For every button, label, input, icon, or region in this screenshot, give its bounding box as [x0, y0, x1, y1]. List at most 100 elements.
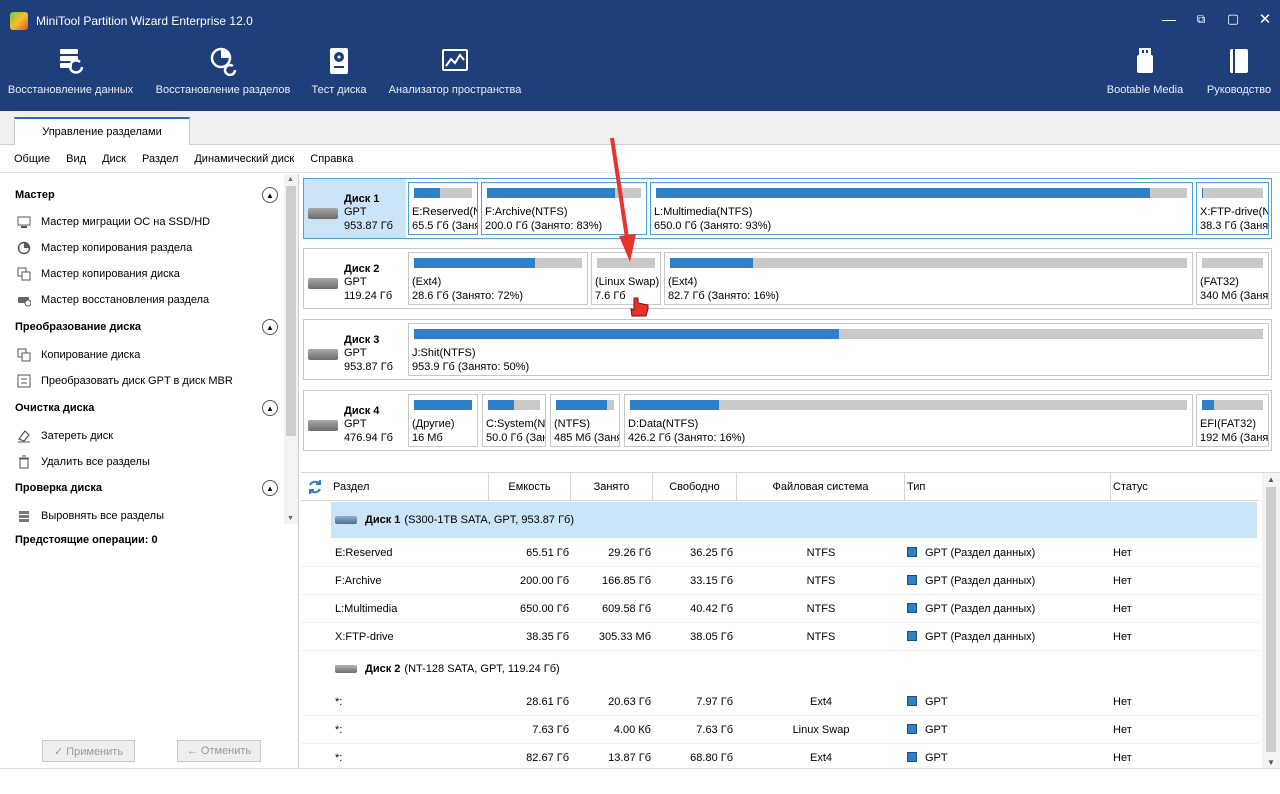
bootable-media-button[interactable]: Bootable Media: [1106, 46, 1184, 96]
scroll-down-icon[interactable]: ▼: [1267, 758, 1275, 767]
align-icon: [17, 509, 31, 523]
wizard-collapse-icon[interactable]: ▲: [262, 187, 278, 203]
partition-block[interactable]: D:Data(NTFS) 426.2 Гб (Занято: 16%): [624, 394, 1193, 447]
close-icon[interactable]: ✕: [1258, 11, 1272, 28]
disk-3-block[interactable]: Диск 3 GPT 953.87 Гб J:Shit(NTFS) 953.9 …: [303, 319, 1272, 380]
table-row[interactable]: *: 28.61 Гб 20.63 Гб 7.97 Гб Ext4 GPT Нет: [301, 688, 1259, 716]
copy-partition-wizard-item[interactable]: Мастер копирования раздела: [17, 241, 192, 255]
copy-disk-item[interactable]: Копирование диска: [17, 348, 140, 362]
table-disk-2-row[interactable]: Диск 2 (NT-128 SATA, GPT, 119.24 Гб): [331, 651, 1257, 687]
book-icon: [1230, 49, 1248, 73]
cell-filesystem: Linux Swap: [792, 724, 850, 736]
menu-disk[interactable]: Диск: [102, 153, 126, 165]
menu-partition[interactable]: Раздел: [142, 153, 178, 165]
refresh-icon[interactable]: [307, 479, 323, 495]
table-row[interactable]: L:Multimedia 650.00 Гб 609.58 Гб 40.42 Гб NT…: [301, 595, 1259, 623]
partition-type-icon: [907, 752, 917, 762]
menu-view[interactable]: Вид: [66, 153, 86, 165]
disk-1-block[interactable]: Диск 1 GPT 953.87 Гб E:Reserved(N 65.5 Г…: [303, 178, 1272, 239]
table-row[interactable]: X:FTP-drive 38.35 Гб 305.33 Мб 38.05 Гб NTFS…: [301, 623, 1259, 651]
table-row[interactable]: *: 7.63 Гб 4.00 Кб 7.63 Гб Linux Swap GPT Нет: [301, 716, 1259, 744]
disk-1-info[interactable]: Диск 1 GPT 953.87 Гб: [304, 179, 406, 238]
partition-block[interactable]: J:Shit(NTFS) 953.9 Гб (Занято: 50%): [408, 323, 1269, 376]
align-all-partitions-item[interactable]: Выровнять все разделы: [17, 509, 164, 523]
menu-dynamic-disk[interactable]: Динамический диск: [194, 153, 294, 165]
copy-disk-wizard-item[interactable]: Мастер копирования диска: [17, 267, 180, 281]
manual-button[interactable]: Руководство: [1206, 46, 1272, 96]
delete-all-partitions-item[interactable]: Удалить все разделы: [17, 455, 150, 469]
undo-button[interactable]: ← Отменить: [177, 740, 261, 762]
column-partition[interactable]: Раздел: [331, 473, 489, 501]
column-status[interactable]: Статус: [1111, 473, 1259, 501]
partition-block[interactable]: (Ext4) 82.7 Гб (Занято: 16%): [664, 252, 1193, 305]
column-type[interactable]: Тип: [905, 473, 1111, 501]
partition-block[interactable]: EFI(FAT32) 192 Мб (Заня: [1196, 394, 1269, 447]
convert-gpt-mbr-item[interactable]: Преобразовать диск GPT в диск MBR: [17, 374, 233, 388]
scroll-down-icon[interactable]: ▼: [287, 515, 294, 522]
data-recovery-icon: [59, 49, 83, 74]
disk-3-info[interactable]: Диск 3 GPT 953.87 Гб: [304, 320, 406, 379]
space-analyzer-button[interactable]: Анализатор пространства: [388, 46, 522, 96]
partition-block-linux-swap[interactable]: (Linux Swap) 7.6 Гб: [591, 252, 661, 305]
cell-filesystem: Ext4: [809, 752, 832, 764]
align-all-partitions-label: Выровнять все разделы: [41, 510, 164, 522]
disk-benchmark-button[interactable]: Тест диска: [311, 46, 367, 96]
partition-block[interactable]: X:FTP-drive(N 38.3 Гб (Заня: [1196, 182, 1269, 235]
partition-recovery-button[interactable]: Восстановление разделов: [156, 46, 290, 96]
column-used[interactable]: Занято: [571, 473, 653, 501]
partition-recovery-wizard-item[interactable]: Мастер восстановления раздела: [17, 293, 209, 307]
table-scrollbar[interactable]: ▲ ▼: [1262, 473, 1280, 769]
column-capacity[interactable]: Емкость: [489, 473, 571, 501]
cell-used: 29.26 Гб: [608, 547, 651, 559]
clean-collapse-icon[interactable]: ▲: [262, 400, 278, 416]
usage-bar: [414, 258, 535, 268]
convert-collapse-icon[interactable]: ▲: [262, 319, 278, 335]
clean-section-title: Очистка диска: [15, 402, 95, 414]
partition-recovery-wizard-label: Мастер восстановления раздела: [41, 294, 210, 306]
status-bar: [0, 768, 1280, 794]
cell-filesystem: NTFS: [806, 631, 836, 643]
check-collapse-icon[interactable]: ▲: [262, 480, 278, 496]
column-filesystem[interactable]: Файловая система: [737, 473, 905, 501]
scroll-thumb[interactable]: [1266, 487, 1276, 752]
minimize-icon[interactable]: —: [1162, 11, 1176, 27]
wipe-disk-item[interactable]: Затереть диск: [17, 429, 113, 443]
menu-bar: Общие Вид Диск Раздел Динамический диск …: [0, 145, 1280, 173]
apply-button[interactable]: ✓ Применить: [42, 740, 135, 762]
usage-bar: [1202, 400, 1215, 410]
disk-4-info[interactable]: Диск 4 GPT 476.94 Гб: [304, 391, 406, 450]
convert-section-title: Преобразование диска: [15, 321, 141, 333]
partition-block[interactable]: (Другие) 16 Мб: [408, 394, 478, 447]
menu-general[interactable]: Общие: [14, 153, 50, 165]
partition-size: 650.0 Гб (Занято: 93%): [654, 220, 772, 232]
partition-block[interactable]: (NTFS) 485 Мб (Заня: [550, 394, 620, 447]
disk-2-block[interactable]: Диск 2 GPT 119.24 Гб (Ext4) 28.6 Гб (Зан…: [303, 248, 1272, 309]
table-row[interactable]: F:Archive 200.00 Гб 166.85 Гб 33.15 Гб NTFS G…: [301, 567, 1259, 595]
partition-block[interactable]: (Ext4) 28.6 Гб (Занято: 72%): [408, 252, 588, 305]
partition-recovery-icon: [210, 47, 237, 76]
restore-icon[interactable]: ⧉: [1194, 12, 1208, 26]
data-recovery-button[interactable]: Восстановление данных: [8, 46, 133, 96]
scroll-up-icon[interactable]: ▲: [287, 176, 294, 183]
disk-2-info[interactable]: Диск 2 GPT 119.24 Гб: [304, 249, 406, 308]
tab-partition-management[interactable]: Управление разделами: [14, 117, 190, 145]
scroll-up-icon[interactable]: ▲: [1267, 475, 1275, 484]
partition-block[interactable]: E:Reserved(N 65.5 Гб (Заня: [408, 182, 478, 235]
partition-block[interactable]: C:System(N 50.0 Гб (Заня: [482, 394, 546, 447]
copy-partition-wizard-label: Мастер копирования раздела: [41, 242, 193, 254]
maximize-icon[interactable]: ▢: [1226, 11, 1240, 26]
menu-help[interactable]: Справка: [310, 153, 353, 165]
cell-filesystem: NTFS: [806, 547, 836, 559]
scroll-thumb[interactable]: [286, 186, 296, 436]
partition-block[interactable]: L:Multimedia(NTFS) 650.0 Гб (Занято: 93%…: [650, 182, 1193, 235]
table-row[interactable]: E:Reserved 65.51 Гб 29.26 Гб 36.25 Гб NTFS GP…: [301, 539, 1259, 567]
partition-block[interactable]: (FAT32) 340 Мб (Заня: [1196, 252, 1269, 305]
partition-block[interactable]: F:Archive(NTFS) 200.0 Гб (Занято: 83%): [481, 182, 647, 235]
action-panel-scrollbar[interactable]: ▲ ▼: [284, 174, 298, 524]
table-disk-1-row[interactable]: Диск 1 (S300-1TB SATA, GPT, 953.87 Гб): [331, 502, 1257, 538]
disk-4-block[interactable]: Диск 4 GPT 476.94 Гб (Другие) 16 Мб C:Sy…: [303, 390, 1272, 451]
migrate-os-item[interactable]: Мастер миграции ОС на SSD/HD: [17, 215, 210, 229]
partition-label: (FAT32): [1200, 276, 1239, 288]
partition-label: D:Data(NTFS): [628, 418, 699, 430]
column-free[interactable]: Свободно: [653, 473, 737, 501]
